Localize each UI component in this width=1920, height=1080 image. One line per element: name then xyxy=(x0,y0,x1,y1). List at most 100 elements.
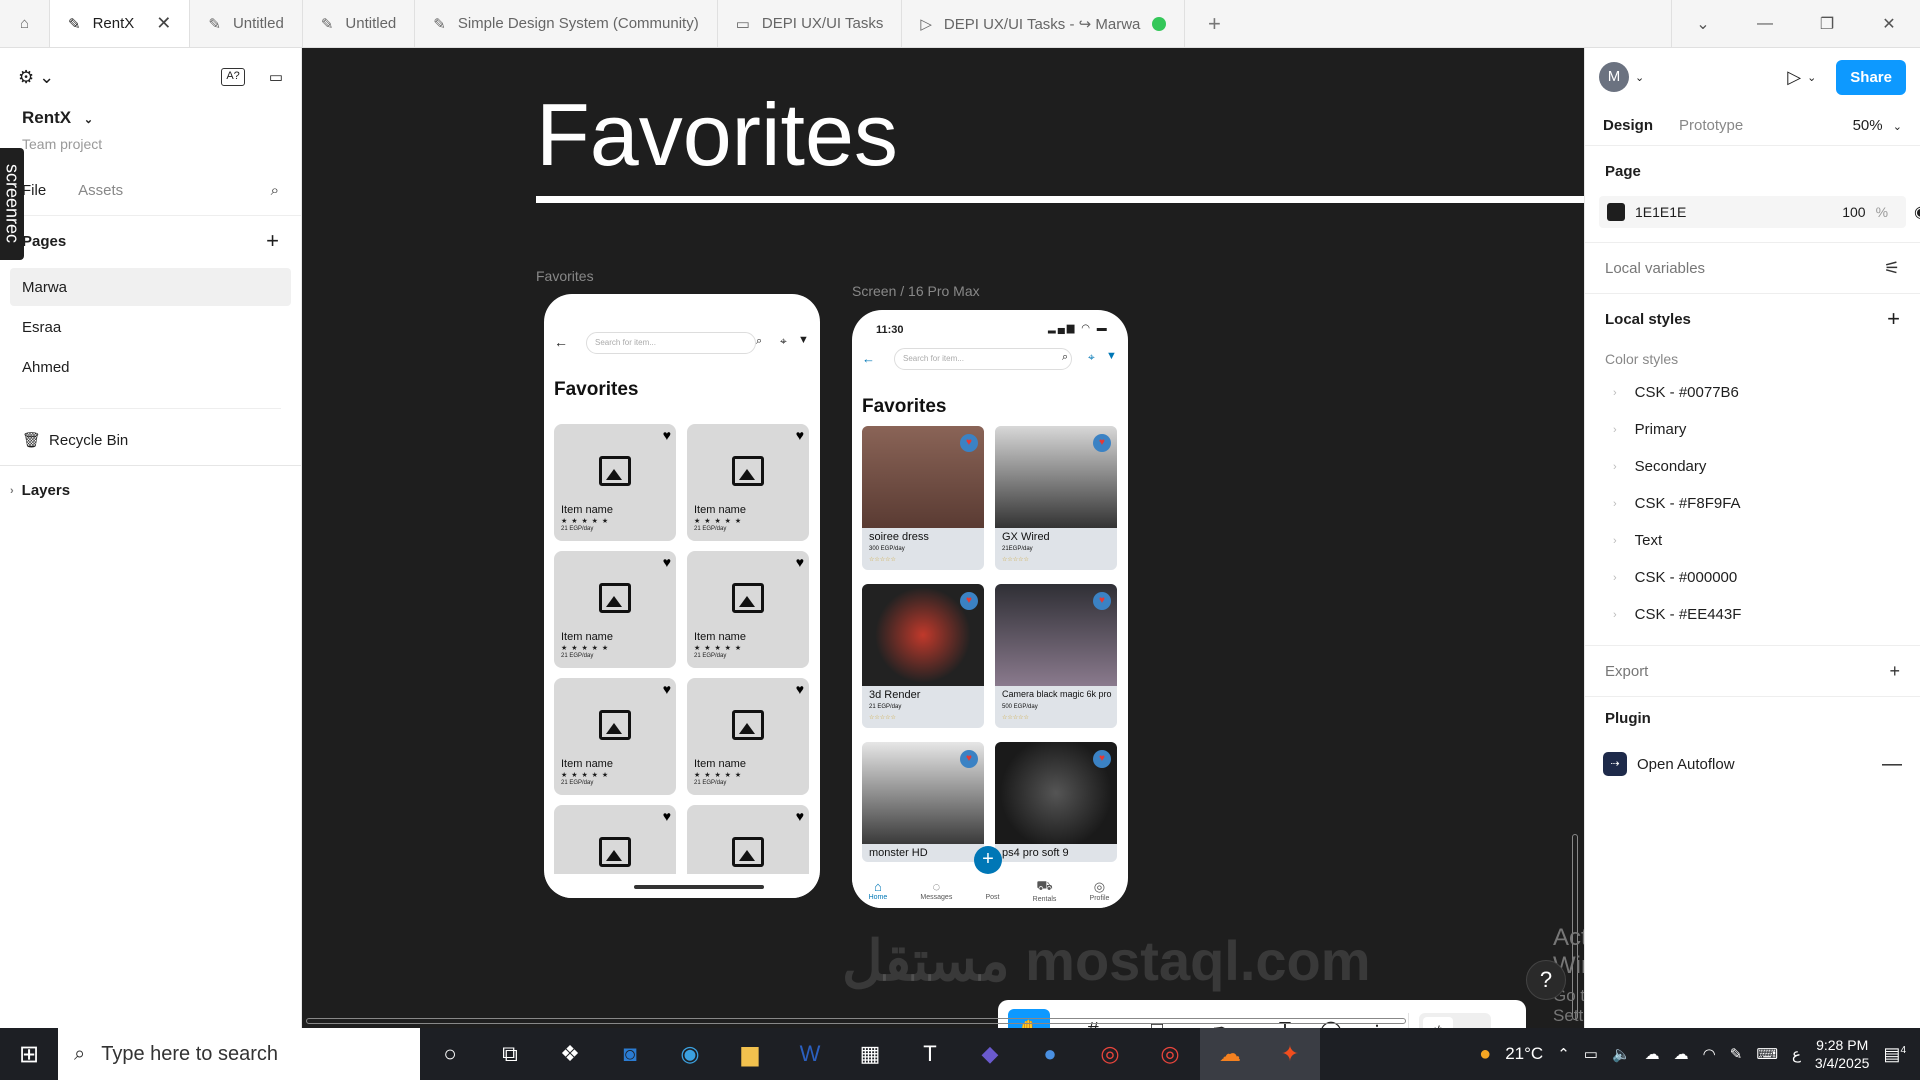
home-icon[interactable]: ⌂ xyxy=(0,0,50,47)
list-item[interactable]: ♥ Item name ★ ★ ★ ★ ★ 21 EGP/day xyxy=(554,678,676,795)
project-name[interactable]: RentX ⌄ xyxy=(0,108,301,128)
search-input[interactable]: Search for item... xyxy=(894,348,1072,370)
color-style-item[interactable]: › Text xyxy=(1585,522,1920,559)
list-item[interactable]: ♥ Camera black magic 6k pro 500 EGP/day ☆☆☆… xyxy=(995,584,1117,728)
chevron-up-icon[interactable]: ⌃ xyxy=(1557,1045,1570,1063)
plugin-item-autoflow[interactable]: ⇢ Open Autoflow — xyxy=(1585,739,1920,789)
chevron-down-icon[interactable]: ⌄ xyxy=(1672,14,1734,34)
post-fab-button[interactable]: + xyxy=(974,846,1002,874)
color-swatch[interactable] xyxy=(1607,203,1625,221)
tab-prototype[interactable]: Prototype xyxy=(1679,117,1743,134)
page-color-field[interactable]: 1E1E1E 100 % ◉ xyxy=(1599,196,1920,228)
heart-icon[interactable]: ♥ xyxy=(1093,434,1111,452)
cloud-app-icon[interactable]: ☁ xyxy=(1200,1028,1260,1080)
add-page-button[interactable]: + xyxy=(266,228,279,254)
heart-icon[interactable]: ♥ xyxy=(1093,750,1111,768)
color-style-item[interactable]: › CSK - #F8F9FA xyxy=(1585,485,1920,522)
list-item[interactable]: ♥ 3d Render 21 EGP/day ☆☆☆☆☆ xyxy=(862,584,984,728)
location-icon[interactable]: ⌖ xyxy=(780,334,787,349)
local-variables-row[interactable]: Local variables ⚟ xyxy=(1585,243,1920,293)
page-color-value[interactable]: 1E1E1E xyxy=(1635,204,1686,220)
chevron-down-icon[interactable]: ⌄ xyxy=(1807,71,1816,84)
screenrec-badge[interactable]: screenrec xyxy=(0,148,24,260)
tab-simple-design-system[interactable]: ✎ Simple Design System (Community) xyxy=(415,0,718,47)
title-underline[interactable] xyxy=(536,196,1584,203)
favorites-wireframe-frame[interactable]: ← Search for item... ⌕ ⌖ ▼ Favorites ♥ It… xyxy=(544,294,820,898)
color-style-item[interactable]: › CSK - #0077B6 xyxy=(1585,374,1920,411)
windows-start-icon[interactable]: ⊞ xyxy=(0,1028,58,1080)
heart-icon[interactable]: ♥ xyxy=(960,750,978,768)
outlook-icon[interactable]: ◙ xyxy=(600,1028,660,1080)
search-icon[interactable]: ⌕ xyxy=(271,182,279,199)
onedrive-icon[interactable]: ☁ xyxy=(1645,1045,1660,1063)
heart-icon[interactable]: ♥ xyxy=(663,681,671,697)
heart-icon[interactable]: ♥ xyxy=(1093,592,1111,610)
tab-untitled-2[interactable]: ✎ Untitled xyxy=(303,0,416,47)
dev-mode-toggle[interactable]: </> xyxy=(1419,1013,1491,1028)
figma-menu-icon[interactable]: ⚙ ⌄ xyxy=(18,67,54,88)
filter-icon[interactable]: ▼ xyxy=(1106,350,1117,362)
task-view-icon[interactable]: ⧉ xyxy=(480,1028,540,1080)
layers-section[interactable]: › Layers xyxy=(0,465,301,515)
list-item[interactable]: ♥ Item name ★ ★ ★ ★ ★ 21 EGP/day xyxy=(687,678,809,795)
page-item-ahmed[interactable]: Ahmed xyxy=(10,348,291,386)
favorites-pro-max-frame[interactable]: 11:30 ▂▄▆ ◠ ▬ ← Search for item... ⌕ ⌖ ▼… xyxy=(852,310,1128,908)
heart-icon[interactable]: ♥ xyxy=(663,808,671,824)
color-style-item[interactable]: › Primary xyxy=(1585,411,1920,448)
nav-rentals[interactable]: ⛟ Rentals xyxy=(1033,878,1057,903)
cortana-icon[interactable]: ○ xyxy=(420,1028,480,1080)
search-input[interactable]: Search for item... xyxy=(586,332,756,354)
heart-icon[interactable]: ♥ xyxy=(960,434,978,452)
heart-icon[interactable]: ♥ xyxy=(663,554,671,570)
tab-depi-tasks[interactable]: ▭ DEPI UX/UI Tasks xyxy=(718,0,903,47)
nav-messages[interactable]: ◌ Messages xyxy=(920,879,952,901)
weather-temp[interactable]: 21°C xyxy=(1505,1044,1543,1064)
list-item[interactable]: ♥ Item name ★ ★ ★ ★ ★ 21 EGP/day xyxy=(554,424,676,541)
teams-icon[interactable]: T xyxy=(900,1028,960,1080)
back-arrow-icon[interactable]: ← xyxy=(862,351,875,366)
color-style-item[interactable]: › CSK - #000000 xyxy=(1585,559,1920,596)
edge-icon[interactable]: ◉ xyxy=(660,1028,720,1080)
chrome-profile-icon[interactable]: ◎ xyxy=(1140,1028,1200,1080)
add-style-button[interactable]: + xyxy=(1887,306,1900,332)
color-style-item[interactable]: › CSK - #EE443F xyxy=(1585,596,1920,633)
volume-icon[interactable]: 🔈 xyxy=(1612,1045,1631,1063)
variables-settings-icon[interactable]: ⚟ xyxy=(1884,258,1900,279)
tab-file[interactable]: File xyxy=(22,182,46,199)
close-window-button[interactable]: ✕ xyxy=(1858,14,1920,34)
avatar[interactable]: M xyxy=(1599,62,1629,92)
battery-icon[interactable]: ▭ xyxy=(1584,1045,1598,1063)
notification-icon[interactable]: ▤4 xyxy=(1883,1044,1906,1065)
chevron-down-icon[interactable]: ⌄ xyxy=(1635,71,1644,84)
restore-button[interactable]: ❐ xyxy=(1796,14,1858,34)
nav-home[interactable]: ⌂ Home xyxy=(869,879,888,901)
frame-label-favorites[interactable]: Favorites xyxy=(536,268,594,284)
store-icon[interactable]: ▦ xyxy=(840,1028,900,1080)
app-icon[interactable]: ◆ xyxy=(960,1028,1020,1080)
heart-icon[interactable]: ♥ xyxy=(796,808,804,824)
page-opacity-value[interactable]: 100 xyxy=(1842,204,1865,220)
keyboard-icon[interactable]: ⌨ xyxy=(1756,1045,1778,1063)
page-item-esraa[interactable]: Esraa xyxy=(10,308,291,346)
design-canvas[interactable]: Favorites Favorites Screen / 16 Pro Max … xyxy=(302,48,1584,1028)
zoom-dropdown[interactable]: 50% ⌄ xyxy=(1853,117,1902,134)
eye-icon[interactable]: ◉ xyxy=(1914,202,1920,222)
horizontal-scrollbar[interactable] xyxy=(306,1018,1406,1024)
sidebar-toggle-icon[interactable]: ▭ xyxy=(269,68,283,86)
list-item[interactable]: ♥ ps4 pro soft 9 xyxy=(995,742,1117,862)
page-item-recycle-bin[interactable]: 🗑 Recycle Bin xyxy=(0,425,301,455)
filter-icon[interactable]: ▼ xyxy=(798,334,809,346)
copilot-icon[interactable]: ❖ xyxy=(540,1028,600,1080)
add-export-button[interactable]: + xyxy=(1889,661,1900,682)
heart-icon[interactable]: ♥ xyxy=(796,427,804,443)
location-icon[interactable]: ⌖ xyxy=(1088,350,1095,365)
heart-icon[interactable]: ♥ xyxy=(960,592,978,610)
frame-label-pro-max[interactable]: Screen / 16 Pro Max xyxy=(852,283,980,299)
chrome-icon[interactable]: ◎ xyxy=(1080,1028,1140,1080)
search-icon[interactable]: ⌕ xyxy=(1062,351,1068,364)
search-icon[interactable]: ⌕ xyxy=(756,335,762,348)
nav-post[interactable]: Post xyxy=(985,879,999,901)
heart-icon[interactable]: ♥ xyxy=(796,554,804,570)
tab-rentx[interactable]: ✎ RentX ✕ xyxy=(50,0,191,47)
tab-assets[interactable]: Assets xyxy=(78,182,123,199)
